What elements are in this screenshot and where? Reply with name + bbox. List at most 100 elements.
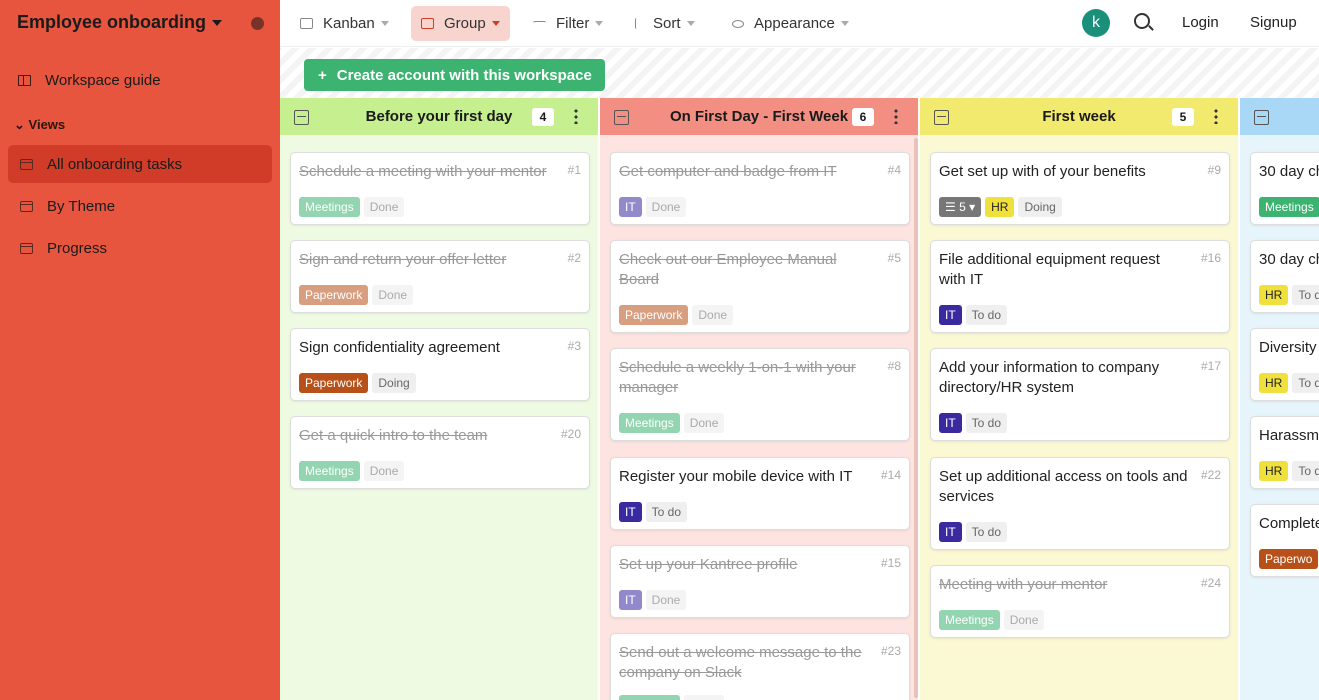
category-tag: Paperwork bbox=[619, 305, 689, 325]
task-card[interactable]: 30 day ch HRTo do bbox=[1250, 240, 1319, 313]
views-label-text: Views bbox=[28, 117, 66, 132]
task-card[interactable]: Send out a welcome message to the compan… bbox=[610, 633, 910, 700]
card-title: Check out our Employee Manual Board bbox=[619, 251, 837, 288]
login-link[interactable]: Login bbox=[1182, 14, 1219, 31]
card-tags: IT To do bbox=[939, 522, 1008, 542]
kanban-label: Kanban bbox=[323, 15, 375, 32]
status-badge: Doing bbox=[1018, 197, 1062, 217]
sidebar-item-progress[interactable]: Progress bbox=[8, 229, 272, 267]
category-tag: IT bbox=[939, 522, 962, 542]
category-tag: IT bbox=[939, 305, 962, 325]
category-tag: Meetings bbox=[619, 413, 680, 433]
kanban-column: 30 day chMeetings 30 day chHRTo do Diversi… bbox=[1240, 98, 1319, 700]
status-badge: To do bbox=[965, 522, 1008, 542]
status-badge: Done bbox=[1003, 610, 1045, 630]
task-card[interactable]: Schedule a meeting with your mentor #1 Mee… bbox=[290, 152, 590, 225]
status-badge: Done bbox=[372, 285, 414, 305]
status-badge: Done bbox=[683, 413, 725, 433]
status-badge: Done bbox=[363, 461, 405, 481]
status-badge: To do bbox=[1292, 285, 1319, 305]
task-card[interactable]: Get a quick intro to the team #20 Meetings… bbox=[290, 416, 590, 489]
chevron-down-icon bbox=[380, 21, 389, 26]
task-card[interactable]: Sign confidentiality agreement #3 Paperwor… bbox=[290, 328, 590, 401]
task-card[interactable]: Meeting with your mentor #24 Meetings Done bbox=[930, 565, 1230, 638]
chevron-down-icon bbox=[840, 21, 849, 26]
task-card[interactable]: Sign and return your offer letter #2 Paper… bbox=[290, 240, 590, 313]
column-scrollbar[interactable] bbox=[914, 138, 918, 698]
appearance-button[interactable]: Appearance bbox=[722, 6, 859, 41]
kanban-button[interactable]: Kanban bbox=[290, 6, 399, 41]
card-title: Meeting with your mentor bbox=[939, 576, 1108, 593]
task-card[interactable]: File additional equipment request with I… bbox=[930, 240, 1230, 333]
task-card[interactable]: 30 day ch Meetings bbox=[1250, 152, 1319, 225]
card-number: #22 bbox=[1200, 468, 1221, 482]
card-number: #15 bbox=[880, 556, 901, 570]
more-icon[interactable] bbox=[1214, 108, 1218, 124]
task-card[interactable]: Harassme HRTo do bbox=[1250, 416, 1319, 489]
card-tags: HRTo do bbox=[1259, 461, 1319, 481]
task-card[interactable]: Set up additional access on tools and se… bbox=[930, 457, 1230, 550]
status-badge: Done bbox=[645, 197, 687, 217]
card-tags: MeetingsDone bbox=[619, 695, 725, 700]
views-section-label[interactable]: ⌄ Views bbox=[14, 117, 65, 133]
status-badge: To do bbox=[1292, 373, 1319, 393]
table-icon bbox=[20, 200, 33, 212]
sidebar-item-by-theme[interactable]: By Theme bbox=[8, 187, 272, 225]
task-card[interactable]: Register your mobile device with IT #14 IT… bbox=[610, 457, 910, 530]
card-number: #20 bbox=[560, 427, 581, 441]
card-title: Get a quick intro to the team bbox=[299, 427, 488, 444]
group-button[interactable]: Group bbox=[411, 6, 510, 41]
column-header: On First Day - First Week 6 bbox=[600, 98, 918, 135]
filter-button[interactable]: Filter bbox=[523, 6, 613, 41]
signup-link[interactable]: Signup bbox=[1250, 14, 1297, 31]
globe-icon[interactable] bbox=[251, 17, 264, 30]
sidebar-item-all-onboarding-tasks[interactable]: All onboarding tasks bbox=[8, 145, 272, 183]
card-number: #8 bbox=[887, 359, 901, 373]
status-badge: To do bbox=[965, 413, 1008, 433]
search-icon[interactable] bbox=[1134, 13, 1150, 29]
card-title: Set up additional access on tools and se… bbox=[939, 468, 1188, 505]
subtasks-badge[interactable]: ☰ 5 ▾ bbox=[939, 197, 982, 217]
sidebar-item-label: Progress bbox=[47, 239, 108, 257]
collapse-checkbox-icon[interactable] bbox=[1254, 110, 1269, 125]
group-icon bbox=[421, 18, 434, 29]
chevron-down-icon bbox=[491, 21, 500, 26]
card-tags: Paperwork Doing bbox=[299, 373, 416, 393]
card-tags: HRTo do bbox=[1259, 285, 1319, 305]
task-card[interactable]: Add your information to company director… bbox=[930, 348, 1230, 441]
sort-button[interactable]: Sort bbox=[625, 6, 705, 41]
category-tag: HR bbox=[1259, 461, 1289, 481]
card-title: Add your information to company director… bbox=[939, 359, 1160, 396]
task-card[interactable]: Set up your Kantree profile #15 IT Done bbox=[610, 545, 910, 618]
task-card[interactable]: Check out our Employee Manual Board #5 Pap… bbox=[610, 240, 910, 333]
category-tag: Meetings bbox=[299, 197, 360, 217]
sidebar-item-workspace-guide[interactable]: Workspace guide bbox=[8, 61, 272, 99]
card-title: Harassme bbox=[1259, 427, 1319, 444]
filter-icon bbox=[533, 20, 546, 27]
create-account-button[interactable]: + Create account with this workspace bbox=[304, 59, 605, 91]
more-icon[interactable] bbox=[894, 108, 898, 124]
card-tags: MeetingsDone bbox=[619, 413, 725, 433]
status-badge: To do bbox=[645, 502, 688, 522]
status-badge: To do bbox=[965, 305, 1008, 325]
card-number: #16 bbox=[1200, 251, 1221, 265]
task-card[interactable]: Get computer and badge from IT #4 IT Done bbox=[610, 152, 910, 225]
task-card[interactable]: Diversity HRTo do bbox=[1250, 328, 1319, 401]
kanban-column: Before your first day 4 Schedule a meeting… bbox=[280, 98, 598, 700]
task-card[interactable]: Schedule a weekly 1-on-1 with your manag… bbox=[610, 348, 910, 441]
card-tags: MeetingsDone bbox=[939, 610, 1045, 630]
category-tag: IT bbox=[619, 197, 642, 217]
card-number: #4 bbox=[887, 163, 901, 177]
more-icon[interactable] bbox=[574, 108, 578, 124]
task-card[interactable]: Get set up with of your benefits #9 ☰ 5 ▾ H… bbox=[930, 152, 1230, 225]
chevron-down-icon bbox=[595, 21, 604, 26]
sidebar: Employee onboarding Workspace guide ⌄ Vi… bbox=[0, 0, 280, 700]
avatar[interactable]: k bbox=[1082, 9, 1110, 37]
toolbar: Kanban Group Filter Sort Appearance k Lo… bbox=[280, 0, 1319, 47]
task-card[interactable]: Complete Paperwo bbox=[1250, 504, 1319, 577]
card-tags: Paperwo bbox=[1259, 549, 1319, 569]
card-tags: IT To do bbox=[619, 502, 688, 522]
card-tags: MeetingsDone bbox=[299, 197, 405, 217]
card-title: Set up your Kantree profile bbox=[619, 556, 798, 573]
workspace-title[interactable]: Employee onboarding bbox=[17, 12, 223, 33]
